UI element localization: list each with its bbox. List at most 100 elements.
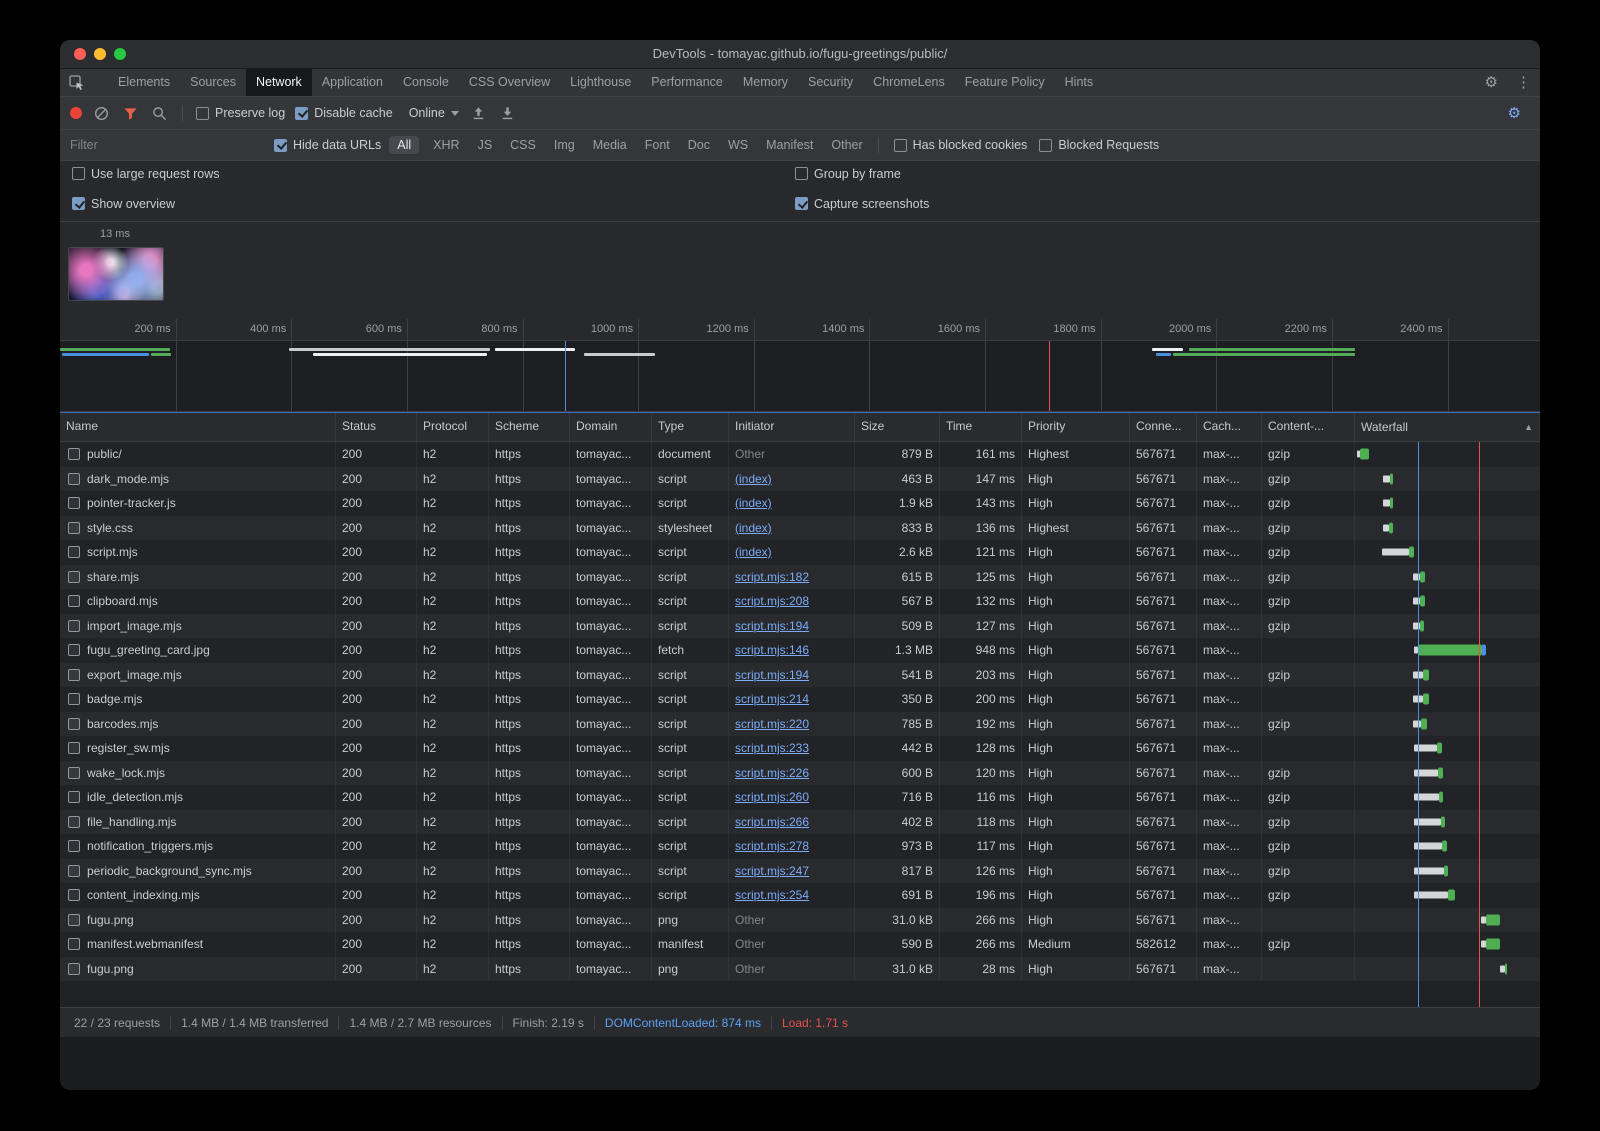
tab-hints[interactable]: Hints <box>1055 69 1103 96</box>
column-header-type[interactable]: Type <box>652 413 729 441</box>
table-row[interactable]: public/200h2httpstomayac...documentOther… <box>60 442 1540 467</box>
table-row[interactable]: periodic_background_sync.mjs200h2httpsto… <box>60 859 1540 884</box>
filter-type-font[interactable]: Font <box>645 138 670 152</box>
table-row[interactable]: idle_detection.mjs200h2httpstomayac...sc… <box>60 785 1540 810</box>
tab-chromelens[interactable]: ChromeLens <box>863 69 955 96</box>
group-by-frame-checkbox[interactable]: Group by frame <box>795 167 901 181</box>
column-header-status[interactable]: Status <box>336 413 417 441</box>
hide-data-urls-checkbox[interactable]: Hide data URLs <box>274 138 381 152</box>
table-row[interactable]: fugu.png200h2httpstomayac...pngOther31.0… <box>60 957 1540 982</box>
record-network-log-button[interactable] <box>70 107 82 119</box>
column-header-cach[interactable]: Cach... <box>1197 413 1262 441</box>
close-window-button[interactable] <box>74 48 86 60</box>
tab-security[interactable]: Security <box>798 69 863 96</box>
initiator-link[interactable]: script.mjs:247 <box>735 864 809 878</box>
table-row[interactable]: clipboard.mjs200h2httpstomayac...scripts… <box>60 589 1540 614</box>
column-header-size[interactable]: Size <box>855 413 940 441</box>
disable-cache-checkbox[interactable]: Disable cache <box>295 106 393 120</box>
tab-memory[interactable]: Memory <box>733 69 798 96</box>
column-header-time[interactable]: Time <box>940 413 1022 441</box>
filter-type-media[interactable]: Media <box>593 138 627 152</box>
filter-type-ws[interactable]: WS <box>728 138 748 152</box>
table-row[interactable]: content_indexing.mjs200h2httpstomayac...… <box>60 883 1540 908</box>
table-row[interactable]: script.mjs200h2httpstomayac...script(ind… <box>60 540 1540 565</box>
settings-gear-icon[interactable]: ⚙ <box>1476 69 1507 96</box>
import-har-icon[interactable] <box>469 106 488 121</box>
initiator-link[interactable]: script.mjs:254 <box>735 888 809 902</box>
initiator-link[interactable]: script.mjs:278 <box>735 839 809 853</box>
filter-type-other[interactable]: Other <box>831 138 862 152</box>
clear-network-log-icon[interactable] <box>92 106 111 121</box>
filter-type-manifest[interactable]: Manifest <box>766 138 813 152</box>
search-icon[interactable] <box>150 106 169 121</box>
table-row[interactable]: export_image.mjs200h2httpstomayac...scri… <box>60 663 1540 688</box>
table-row[interactable]: notification_triggers.mjs200h2httpstomay… <box>60 834 1540 859</box>
zoom-window-button[interactable] <box>114 48 126 60</box>
table-row[interactable]: pointer-tracker.js200h2httpstomayac...sc… <box>60 491 1540 516</box>
filter-type-css[interactable]: CSS <box>510 138 536 152</box>
tab-elements[interactable]: Elements <box>108 69 180 96</box>
filter-type-xhr[interactable]: XHR <box>433 138 459 152</box>
table-row[interactable]: barcodes.mjs200h2httpstomayac...scriptsc… <box>60 712 1540 737</box>
filter-funnel-icon[interactable] <box>121 106 140 121</box>
table-row[interactable]: dark_mode.mjs200h2httpstomayac...script(… <box>60 467 1540 492</box>
table-row[interactable]: share.mjs200h2httpstomayac...scriptscrip… <box>60 565 1540 590</box>
initiator-link[interactable]: (index) <box>735 521 772 535</box>
tab-performance[interactable]: Performance <box>641 69 733 96</box>
show-overview-checkbox[interactable]: Show overview <box>72 197 175 211</box>
table-row[interactable]: badge.mjs200h2httpstomayac...scriptscrip… <box>60 687 1540 712</box>
initiator-link[interactable]: script.mjs:194 <box>735 668 809 682</box>
table-row[interactable]: fugu_greeting_card.jpg200h2httpstomayac.… <box>60 638 1540 663</box>
overview-waterfall-band[interactable] <box>60 341 1540 412</box>
initiator-link[interactable]: script.mjs:220 <box>735 717 809 731</box>
column-header-domain[interactable]: Domain <box>570 413 652 441</box>
column-header-content[interactable]: Content-... <box>1262 413 1355 441</box>
table-row[interactable]: file_handling.mjs200h2httpstomayac...scr… <box>60 810 1540 835</box>
initiator-link[interactable]: script.mjs:182 <box>735 570 809 584</box>
table-row[interactable]: import_image.mjs200h2httpstomayac...scri… <box>60 614 1540 639</box>
minimize-window-button[interactable] <box>94 48 106 60</box>
initiator-link[interactable]: script.mjs:260 <box>735 790 809 804</box>
column-header-scheme[interactable]: Scheme <box>489 413 570 441</box>
column-header-initiator[interactable]: Initiator <box>729 413 855 441</box>
initiator-link[interactable]: (index) <box>735 545 772 559</box>
initiator-link[interactable]: script.mjs:146 <box>735 643 809 657</box>
initiator-link[interactable]: script.mjs:194 <box>735 619 809 633</box>
initiator-link[interactable]: (index) <box>735 472 772 486</box>
tab-sources[interactable]: Sources <box>180 69 246 96</box>
tab-lighthouse[interactable]: Lighthouse <box>560 69 641 96</box>
tab-network[interactable]: Network <box>246 69 312 96</box>
table-row[interactable]: wake_lock.mjs200h2httpstomayac...scripts… <box>60 761 1540 786</box>
inspect-element-icon[interactable] <box>60 69 94 96</box>
throttling-dropdown[interactable]: Online <box>409 106 459 120</box>
filter-type-js[interactable]: JS <box>478 138 493 152</box>
capture-screenshots-checkbox[interactable]: Capture screenshots <box>795 197 929 211</box>
table-row[interactable]: fugu.png200h2httpstomayac...pngOther31.0… <box>60 908 1540 933</box>
tab-console[interactable]: Console <box>393 69 459 96</box>
network-settings-gear-icon[interactable]: ⚙ <box>1499 106 1530 121</box>
column-header-protocol[interactable]: Protocol <box>417 413 489 441</box>
column-header-priority[interactable]: Priority <box>1022 413 1130 441</box>
initiator-link[interactable]: (index) <box>735 496 772 510</box>
tab-application[interactable]: Application <box>312 69 393 96</box>
filmstrip-screenshot-thumbnail[interactable] <box>68 247 164 301</box>
table-row[interactable]: manifest.webmanifest200h2httpstomayac...… <box>60 932 1540 957</box>
initiator-link[interactable]: script.mjs:226 <box>735 766 809 780</box>
export-har-icon[interactable] <box>498 106 517 121</box>
column-header-name[interactable]: Name <box>60 413 336 441</box>
table-row[interactable]: style.css200h2httpstomayac...stylesheet(… <box>60 516 1540 541</box>
tab-css-overview[interactable]: CSS Overview <box>459 69 560 96</box>
initiator-link[interactable]: script.mjs:266 <box>735 815 809 829</box>
initiator-link[interactable]: script.mjs:233 <box>735 741 809 755</box>
column-header-waterfall[interactable]: Waterfall▲ <box>1355 413 1540 441</box>
has-blocked-cookies-checkbox[interactable]: Has blocked cookies <box>894 138 1028 152</box>
tab-feature-policy[interactable]: Feature Policy <box>955 69 1055 96</box>
filter-input[interactable] <box>68 137 262 153</box>
table-row[interactable]: register_sw.mjs200h2httpstomayac...scrip… <box>60 736 1540 761</box>
blocked-requests-checkbox[interactable]: Blocked Requests <box>1039 138 1159 152</box>
use-large-request-rows-checkbox[interactable]: Use large request rows <box>72 167 220 181</box>
initiator-link[interactable]: script.mjs:214 <box>735 692 809 706</box>
column-header-conne[interactable]: Conne... <box>1130 413 1197 441</box>
filter-type-doc[interactable]: Doc <box>688 138 710 152</box>
initiator-link[interactable]: script.mjs:208 <box>735 594 809 608</box>
